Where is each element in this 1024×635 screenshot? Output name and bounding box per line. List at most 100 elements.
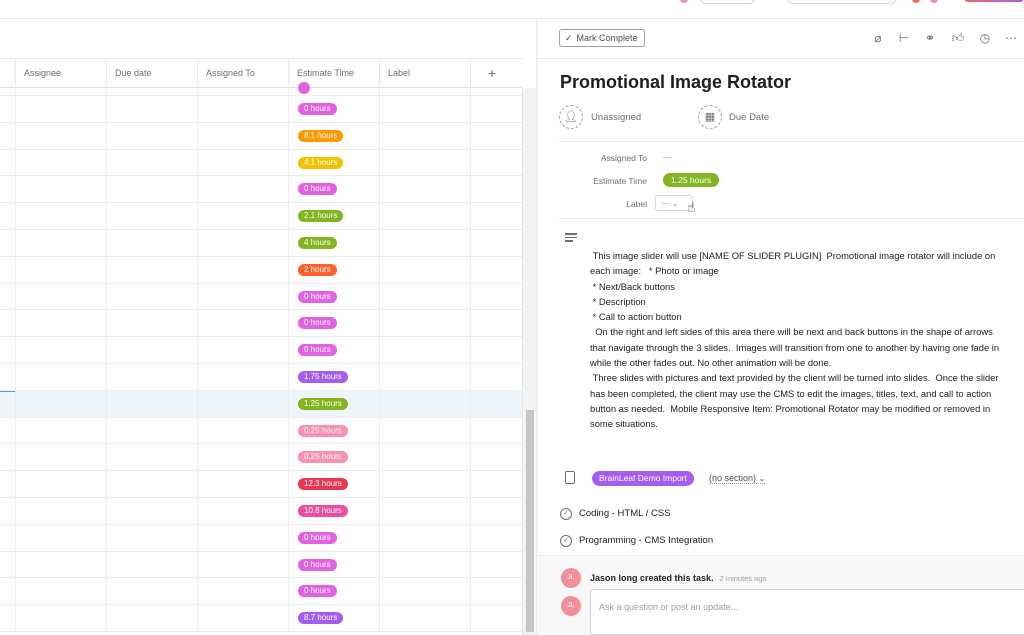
table-cell[interactable]: [0, 122, 471, 149]
activity-user[interactable]: Jason long: [590, 573, 638, 583]
estimate-pill[interactable]: 12.3 hours: [298, 478, 348, 491]
scrollbar-thumb[interactable]: [526, 410, 534, 632]
table-row[interactable]: 0.25 hours: [0, 444, 522, 472]
estimate-pill[interactable]: 8.7 hours: [298, 612, 344, 625]
table-row[interactable]: 12.3 hours: [0, 471, 522, 498]
grid-scrollbar[interactable]: [522, 88, 536, 635]
estimate-pill[interactable]: [298, 82, 310, 94]
table-cell[interactable]: [0, 390, 471, 417]
table-cell[interactable]: [0, 417, 471, 444]
check-circle-icon[interactable]: ✓: [560, 535, 572, 547]
table-cell[interactable]: [0, 149, 471, 176]
table-row[interactable]: 2 hours: [0, 256, 522, 284]
section-select[interactable]: (no section) ⌄: [709, 473, 766, 484]
table-row[interactable]: 0 hours: [0, 524, 522, 552]
estimate-pill[interactable]: 0 hours: [298, 290, 337, 303]
table-row[interactable]: 4 hours: [0, 229, 522, 257]
top-avatar-dot[interactable]: [912, 0, 920, 3]
table-row[interactable]: 4.1 hours: [0, 149, 522, 177]
table-row[interactable]: 0 hours: [0, 283, 522, 311]
link-icon[interactable]: ⚭: [923, 31, 937, 45]
table-row[interactable]: 1.75 hours: [0, 363, 522, 391]
estimate-pill[interactable]: 0 hours: [298, 183, 337, 196]
table-cell[interactable]: [0, 551, 471, 578]
estimate-pill[interactable]: 4 hours: [298, 236, 337, 249]
table-cell[interactable]: [0, 203, 471, 229]
table-cell[interactable]: [0, 363, 471, 390]
assignee-value[interactable]: Unassigned: [591, 112, 641, 123]
top-pill-button[interactable]: [700, 0, 755, 4]
estimate-pill[interactable]: 0.25 hours: [298, 451, 348, 464]
header-assigned-to[interactable]: Assigned To: [198, 59, 289, 88]
comment-input[interactable]: Ask a question or post an update...: [590, 589, 1024, 635]
table-cell[interactable]: [0, 256, 471, 283]
table-row[interactable]: [0, 82, 522, 96]
header-label[interactable]: Label: [380, 59, 471, 88]
attach-icon[interactable]: ⌀: [871, 31, 885, 45]
like-icon[interactable]: 👍︎: [951, 31, 965, 45]
mark-complete-button[interactable]: ✓ Mark Complete: [559, 29, 645, 47]
table-cell[interactable]: [0, 497, 471, 524]
estimate-pill[interactable]: 0 hours: [298, 585, 337, 598]
estimate-pill[interactable]: 2.1 hours: [298, 210, 344, 223]
more-icon[interactable]: ⋯: [1004, 31, 1018, 45]
table-cell[interactable]: [0, 283, 471, 310]
calendar-icon[interactable]: ▦: [698, 105, 722, 129]
upgrade-button[interactable]: [964, 0, 1024, 2]
table-row[interactable]: 2.1 hours: [0, 203, 522, 230]
project-tag[interactable]: BrainLeaf Demo Import: [592, 471, 694, 486]
table-row[interactable]: 0 hours: [0, 176, 522, 204]
add-column-button[interactable]: +: [484, 59, 500, 88]
table-cell[interactable]: [0, 337, 471, 363]
table-row[interactable]: 0 hours: [0, 310, 522, 338]
top-avatar-dot-2[interactable]: [930, 0, 938, 3]
estimate-pill[interactable]: 0 hours: [298, 103, 337, 115]
assignee-icon[interactable]: 👤︎: [559, 105, 583, 129]
estimate-pill[interactable]: 0 hours: [298, 317, 337, 330]
table-cell[interactable]: [0, 310, 471, 337]
table-row[interactable]: 0 hours: [0, 337, 522, 364]
avatar: JL: [561, 596, 581, 616]
table-row[interactable]: 0 hours: [0, 551, 522, 579]
task-description[interactable]: This image slider will use [NAME OF SLID…: [590, 248, 1024, 432]
table-cell[interactable]: [0, 88, 471, 95]
table-row[interactable]: 10.8 hours: [0, 497, 522, 525]
table-row[interactable]: 8.1 hours: [0, 122, 522, 150]
table-cell[interactable]: [0, 471, 471, 497]
task-title[interactable]: Promotional Image Rotator: [560, 72, 791, 93]
table-cell[interactable]: [0, 444, 471, 471]
subtask-name[interactable]: Programming - CMS Integration: [579, 535, 713, 546]
estimate-pill[interactable]: 8.1 hours: [298, 129, 344, 142]
due-date-value[interactable]: Due Date: [729, 112, 769, 123]
divider: [559, 141, 1024, 142]
table-row[interactable]: 1.25 hours: [0, 390, 522, 418]
table-row[interactable]: 0 hours: [0, 96, 522, 123]
subtask-icon[interactable]: ⊢: [897, 31, 911, 45]
subtask-name[interactable]: Coding - HTML / CSS: [579, 508, 671, 519]
estimate-pill[interactable]: 0.25 hours: [298, 424, 348, 437]
estimate-pill[interactable]: 0 hours: [298, 344, 337, 357]
table-row[interactable]: 8.7 hours: [0, 605, 522, 632]
table-cell[interactable]: [0, 96, 471, 122]
check-circle-icon[interactable]: ✓: [560, 508, 572, 520]
estimate-pill[interactable]: 10.8 hours: [298, 504, 348, 517]
estimate-time-value[interactable]: 1.25 hours: [663, 173, 720, 187]
estimate-pill[interactable]: 0 hours: [298, 531, 337, 544]
assigned-to-value[interactable]: —: [663, 152, 672, 162]
header-due-date[interactable]: Due date: [107, 59, 198, 88]
table-row[interactable]: 0.25 hours: [0, 417, 522, 445]
table-cell[interactable]: [0, 229, 471, 256]
header-assignee[interactable]: Assignee: [16, 59, 107, 88]
estimate-pill[interactable]: 1.75 hours: [298, 370, 348, 383]
table-row[interactable]: 0 hours: [0, 578, 522, 606]
timer-icon[interactable]: ◷: [978, 31, 992, 45]
estimate-pill[interactable]: 2 hours: [298, 263, 337, 276]
estimate-pill[interactable]: 0 hours: [298, 558, 337, 571]
estimate-pill[interactable]: 4.1 hours: [298, 156, 344, 169]
table-cell[interactable]: [0, 524, 471, 551]
top-search-pill[interactable]: [787, 0, 897, 4]
table-cell[interactable]: [0, 176, 471, 203]
estimate-pill[interactable]: 1.25 hours: [298, 397, 348, 410]
table-cell[interactable]: [0, 605, 471, 631]
table-cell[interactable]: [0, 578, 471, 605]
